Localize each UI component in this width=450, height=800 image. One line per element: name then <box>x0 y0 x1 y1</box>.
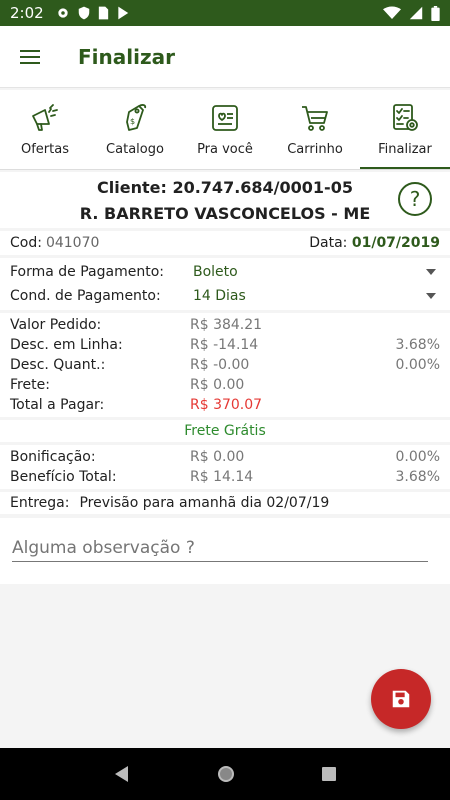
values-panel: Valor Pedido: R$ 384.21 Desc. em Linha: … <box>0 313 450 417</box>
app-bar: Finalizar <box>0 26 450 88</box>
dropdown-arrow-icon <box>426 293 436 299</box>
frete-gratis-banner: Frete Grátis <box>0 420 450 442</box>
value-label: Desc. em Linha: <box>10 337 123 353</box>
tab-pra-voce[interactable]: Pra você <box>180 90 270 169</box>
svg-text:$: $ <box>130 117 135 126</box>
cod-value: 041070 <box>45 235 100 251</box>
dropdown-arrow-icon <box>426 269 436 275</box>
recents-icon[interactable] <box>321 766 337 782</box>
sim-icon <box>98 6 108 20</box>
delivery-value: Previsão para amanhã dia 02/07/19 <box>79 495 330 511</box>
order-summary: Cliente: 20.747.684/0001-05 R. BARRETO V… <box>0 172 450 584</box>
battery-icon <box>431 5 440 21</box>
date-value: 01/07/2019 <box>351 235 440 251</box>
tab-label: Catalogo <box>106 142 164 157</box>
value-pct: 3.68% <box>395 469 440 485</box>
client-panel: Cliente: 20.747.684/0001-05 R. BARRETO V… <box>0 172 450 228</box>
value-amount: R$ 14.14 <box>190 469 254 485</box>
value-row: Valor Pedido: R$ 384.21 <box>10 315 440 335</box>
value-row: Benefício Total: R$ 14.14 3.68% <box>10 467 440 487</box>
profile-card-icon <box>212 105 238 131</box>
help-circle-icon[interactable]: ? <box>398 182 432 216</box>
value-amount: R$ -14.14 <box>190 337 259 353</box>
checklist-gear-icon <box>393 104 418 131</box>
order-info-row: Cod: 041070 Data: 01/07/2019 <box>0 231 450 255</box>
value-label: Valor Pedido: <box>10 317 102 333</box>
wifi-icon <box>383 6 401 19</box>
home-icon[interactable] <box>216 764 236 784</box>
payment-cond-label: Cond. de Pagamento: <box>10 288 161 304</box>
tab-label: Pra você <box>197 142 253 157</box>
value-pct: 0.00% <box>395 357 440 373</box>
payment-form-label: Forma de Pagamento: <box>10 264 164 280</box>
cod-label: Cod: <box>10 235 42 251</box>
signal-icon <box>409 6 423 20</box>
client-name: R. BARRETO VASCONCELOS - ME <box>79 204 371 223</box>
save-button[interactable] <box>371 669 431 729</box>
back-icon[interactable] <box>113 765 131 783</box>
observation-input[interactable] <box>12 534 428 562</box>
payment-cond-select[interactable]: Cond. de Pagamento: 14 Dias <box>10 284 440 308</box>
value-pct: 0.00% <box>395 449 440 465</box>
save-icon <box>392 690 410 708</box>
value-row: Desc. em Linha: R$ -14.14 3.68% <box>10 335 440 355</box>
status-time: 2:02 <box>10 4 44 22</box>
tab-catalogo[interactable]: $ Catalogo <box>90 90 180 169</box>
delivery-row: Entrega: Previsão para amanhã dia 02/07/… <box>0 492 450 514</box>
cart-icon <box>302 106 328 131</box>
shield-icon <box>78 6 89 20</box>
value-label: Bonificação: <box>10 449 96 465</box>
total-row: Total a Pagar: R$ 370.07 <box>10 395 440 415</box>
value-label: Desc. Quant.: <box>10 357 106 373</box>
megaphone-icon <box>32 104 58 131</box>
observation-panel <box>0 518 450 584</box>
total-label: Total a Pagar: <box>10 397 105 413</box>
payment-form-value: Boleto <box>193 264 238 280</box>
status-bar: 2:02 <box>0 0 450 26</box>
value-pct: 3.68% <box>395 337 440 353</box>
tab-carrinho[interactable]: Carrinho <box>270 90 360 169</box>
payment-panel: Forma de Pagamento: Boleto Cond. de Paga… <box>0 258 450 310</box>
tab-finalizar[interactable]: Finalizar <box>360 90 450 169</box>
value-row: Bonificação: R$ 0.00 0.00% <box>10 447 440 467</box>
play-store-icon <box>118 6 128 20</box>
tab-bar: Ofertas $ Catalogo Pra você Carrinho Fin… <box>0 90 450 170</box>
value-amount: R$ 0.00 <box>190 449 245 465</box>
system-nav-bar <box>0 748 450 800</box>
value-label: Frete: <box>10 377 50 393</box>
total-amount: R$ 370.07 <box>190 397 263 413</box>
value-label: Benefício Total: <box>10 469 117 485</box>
value-row: Frete: R$ 0.00 <box>10 375 440 395</box>
tab-label: Carrinho <box>287 142 343 157</box>
payment-cond-value: 14 Dias <box>193 288 246 304</box>
date-label: Data: <box>309 235 348 251</box>
value-amount: R$ 0.00 <box>190 377 245 393</box>
tab-ofertas[interactable]: Ofertas <box>0 90 90 169</box>
hamburger-icon[interactable] <box>0 26 60 88</box>
page-title: Finalizar <box>78 44 175 69</box>
bonus-panel: Bonificação: R$ 0.00 0.00% Benefício Tot… <box>0 445 450 489</box>
tab-label: Ofertas <box>21 142 69 157</box>
settings-icon <box>58 8 68 18</box>
delivery-label: Entrega: <box>10 495 70 511</box>
value-amount: R$ 384.21 <box>190 317 263 333</box>
value-row: Desc. Quant.: R$ -0.00 0.00% <box>10 355 440 375</box>
tab-label: Finalizar <box>378 142 432 157</box>
payment-form-select[interactable]: Forma de Pagamento: Boleto <box>10 260 440 284</box>
client-id: Cliente: 20.747.684/0001-05 <box>97 178 353 197</box>
value-amount: R$ -0.00 <box>190 357 250 373</box>
price-tag-icon: $ <box>126 104 147 131</box>
